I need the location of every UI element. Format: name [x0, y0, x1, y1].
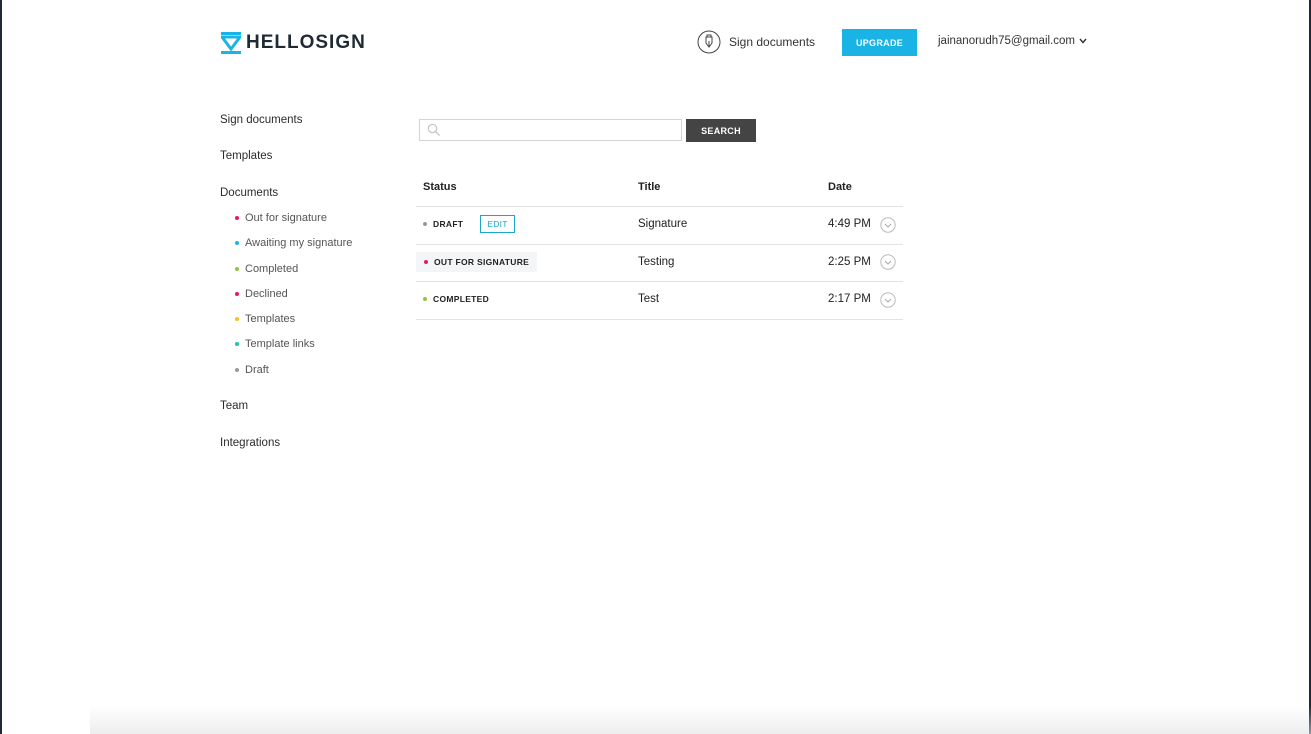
header-sign-documents-label: Sign documents — [729, 35, 816, 49]
document-date: 4:49 PM — [828, 218, 871, 230]
status-dot — [423, 297, 427, 301]
document-title[interactable]: Signature — [638, 218, 687, 230]
sidebar-item-documents[interactable]: Documents — [220, 187, 278, 199]
chevron-down-circle-icon[interactable] — [880, 292, 896, 308]
status-dot — [235, 317, 239, 321]
column-header-title: Title — [638, 181, 661, 193]
window-edge-left — [0, 0, 2, 734]
row-divider — [416, 281, 903, 282]
status-dot — [235, 342, 239, 346]
search-icon — [427, 123, 440, 136]
sidebar-subitem-label: Out for signature — [245, 212, 327, 224]
logo-text: HELLOSIGN — [246, 32, 366, 53]
sidebar-subitem-label: Declined — [245, 288, 288, 300]
status-label: DRAFT — [433, 219, 464, 229]
status-label: OUT FOR SIGNATURE — [434, 257, 530, 267]
bottom-shadow — [90, 706, 1311, 734]
column-header-status: Status — [423, 181, 457, 193]
pen-icon — [697, 30, 721, 54]
status-dot — [235, 292, 239, 296]
account-menu[interactable]: jainanorudh75@gmail.com — [938, 35, 1087, 47]
status-badge: OUT FOR SIGNATURE — [416, 252, 538, 272]
status-dot — [423, 222, 427, 226]
document-title[interactable]: Testing — [638, 256, 674, 268]
sidebar-subitem-awaiting-my-signature[interactable]: Awaiting my signature — [235, 237, 352, 249]
status-dot — [235, 368, 239, 372]
status-dot — [235, 241, 239, 245]
sidebar-subitem-out-for-signature[interactable]: Out for signature — [235, 212, 327, 224]
document-date: 2:25 PM — [828, 256, 871, 268]
row-divider — [416, 206, 903, 207]
row-divider — [416, 319, 903, 320]
sidebar-subitem-label: Template links — [245, 338, 315, 350]
sidebar-item-sign-documents[interactable]: Sign documents — [220, 114, 302, 126]
sidebar-subitem-declined[interactable]: Declined — [235, 288, 288, 300]
status-badge: COMPLETED — [423, 290, 489, 308]
search-field[interactable] — [419, 119, 682, 141]
document-date: 2:17 PM — [828, 293, 871, 305]
sidebar-subitem-label: Awaiting my signature — [245, 237, 353, 249]
chevron-down-circle-icon[interactable] — [880, 217, 896, 233]
sidebar-item-templates[interactable]: Templates — [220, 150, 272, 162]
upgrade-button[interactable]: UPGRADE — [842, 29, 917, 56]
sidebar-item-team[interactable]: Team — [220, 400, 248, 412]
sidebar-subitem-draft[interactable]: Draft — [235, 364, 269, 376]
account-email: jainanorudh75@gmail.com — [938, 35, 1075, 47]
status-badge: DRAFT — [423, 215, 463, 233]
status-dot — [235, 216, 239, 220]
sidebar-item-integrations[interactable]: Integrations — [220, 437, 280, 449]
sidebar-subitem-label: Draft — [245, 364, 269, 376]
search-button[interactable]: SEARCH — [686, 119, 756, 142]
hellosign-logo-icon — [221, 32, 241, 54]
chevron-down-icon — [1079, 38, 1087, 44]
header-sign-documents-link[interactable]: Sign documents — [697, 30, 815, 54]
status-dot — [424, 260, 428, 264]
edit-button[interactable]: EDIT — [480, 215, 515, 233]
hellosign-logo[interactable]: HELLOSIGN — [221, 32, 366, 54]
document-title[interactable]: Test — [638, 293, 659, 305]
row-divider — [416, 244, 903, 245]
status-dot — [235, 267, 239, 271]
sidebar-subitem-label: Templates — [245, 313, 296, 325]
sidebar-subitem-label: Completed — [245, 263, 299, 275]
chevron-down-circle-icon[interactable] — [880, 254, 896, 270]
column-header-date: Date — [828, 181, 852, 193]
sidebar-subitem-completed[interactable]: Completed — [235, 263, 298, 275]
sidebar-subitem-template-links[interactable]: Template links — [235, 338, 315, 350]
sidebar-subitem-templates[interactable]: Templates — [235, 313, 295, 325]
search-input[interactable] — [446, 122, 678, 138]
status-label: COMPLETED — [433, 294, 490, 304]
